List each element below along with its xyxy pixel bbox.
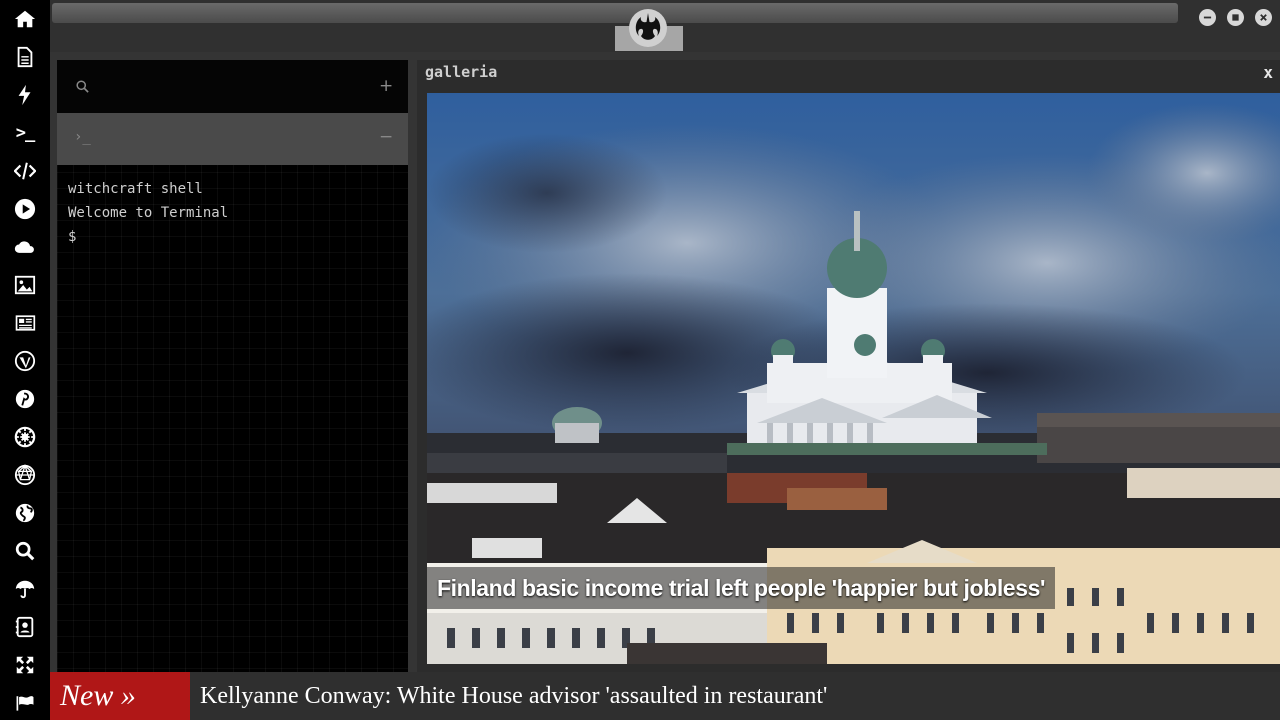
terminal-line: Welcome to Terminal	[68, 205, 229, 221]
flag-icon[interactable]	[0, 684, 50, 720]
terminal-tab[interactable]: ›_ −	[57, 113, 408, 165]
minimize-button[interactable]	[1199, 9, 1216, 26]
home-icon[interactable]	[0, 0, 50, 38]
maximize-icon	[1232, 14, 1239, 21]
expand-icon[interactable]	[0, 646, 50, 684]
umbrella-icon[interactable]	[0, 570, 50, 608]
geodesic-sphere-icon[interactable]	[0, 456, 50, 494]
minimize-icon	[1203, 16, 1212, 19]
pinterest-icon[interactable]	[0, 380, 50, 418]
wordpress-icon[interactable]	[0, 342, 50, 380]
close-window-button[interactable]	[1255, 9, 1272, 26]
document-icon[interactable]	[0, 38, 50, 76]
newspaper-icon[interactable]	[0, 304, 50, 342]
search-icon[interactable]	[0, 532, 50, 570]
close-icon	[1260, 14, 1267, 21]
ticker-headline[interactable]: Kellyanne Conway: White House advisor 'a…	[200, 672, 827, 720]
terminal-output[interactable]: witchcraft shell Welcome to Terminal $	[68, 177, 228, 249]
terminal-icon[interactable]: >_	[0, 114, 50, 152]
gallery-panel: galleria x Finland basic income trial le…	[417, 60, 1280, 672]
search-icon[interactable]	[75, 79, 90, 94]
gallery-caption: Finland basic income trial left people '…	[427, 567, 1056, 609]
terminal-search-bar[interactable]: +	[57, 60, 408, 113]
gallery-title: galleria	[425, 63, 498, 81]
terminal-prompt-icon: ›_	[74, 129, 91, 145]
play-icon[interactable]	[0, 190, 50, 228]
ticker-label: New »	[50, 672, 190, 720]
image-icon[interactable]	[0, 266, 50, 304]
app-launcher-rail: >_	[0, 0, 50, 720]
rebel-alliance-icon[interactable]	[628, 8, 668, 48]
terminal-line: witchcraft shell	[68, 181, 203, 197]
gallery-close-button[interactable]: x	[1263, 63, 1273, 82]
galactic-empire-icon[interactable]	[0, 418, 50, 456]
address-bar[interactable]	[52, 3, 1178, 23]
add-tab-button[interactable]: +	[379, 76, 393, 96]
top-bar	[50, 0, 1280, 52]
cloud-icon[interactable]	[0, 228, 50, 266]
globe-icon[interactable]	[0, 494, 50, 532]
news-ticker: New » Kellyanne Conway: White House advi…	[50, 672, 1280, 720]
desktop: >_ + ›_ − witchcraft shell Welcome to Te…	[0, 0, 1280, 720]
contacts-icon[interactable]	[0, 608, 50, 646]
maximize-button[interactable]	[1227, 9, 1244, 26]
code-icon[interactable]	[0, 152, 50, 190]
collapse-tab-button[interactable]: −	[379, 127, 393, 147]
terminal-prompt: $	[68, 229, 77, 245]
terminal-panel: + ›_ − witchcraft shell Welcome to Termi…	[57, 60, 408, 672]
bolt-icon[interactable]	[0, 76, 50, 114]
